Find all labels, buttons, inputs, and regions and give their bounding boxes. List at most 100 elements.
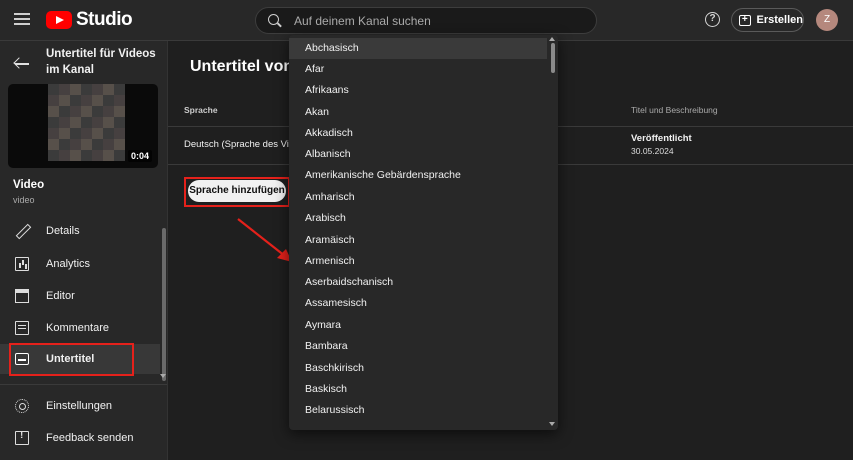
language-option[interactable]: Akkadisch (289, 123, 547, 144)
sidebar-divider (0, 384, 167, 385)
video-subtitle: video (13, 195, 35, 205)
create-video-icon: + (739, 14, 751, 26)
logo-text: Studio (76, 9, 133, 30)
language-option[interactable]: Aramäisch (289, 230, 547, 251)
row-language[interactable]: Deutsch (Sprache des Video (184, 139, 305, 150)
language-option[interactable]: Armenisch (289, 251, 547, 272)
annotation-highlight-box (9, 343, 134, 376)
comments-icon (15, 321, 29, 335)
language-option[interactable]: Abchasisch (289, 38, 547, 59)
search-bar[interactable] (255, 7, 597, 34)
sidebar: Untertitel für Videos im Kanal 0:04 Vide… (0, 41, 168, 460)
annotation-highlight-box (184, 177, 290, 207)
thumbnail-pixel (103, 95, 114, 106)
feedback-icon (15, 430, 29, 445)
thumbnail-pixel (81, 117, 92, 128)
thumbnail-pixel (70, 139, 81, 150)
sidebar-item-label: Einstellungen (46, 400, 113, 412)
sidebar-item-analytics[interactable]: Analytics (0, 249, 160, 279)
thumbnail-pixel (103, 139, 114, 150)
thumbnail-pixel (48, 117, 59, 128)
thumbnail-pixel (103, 117, 114, 128)
thumbnail-pixel (114, 150, 125, 161)
thumbnail-pixel (59, 150, 70, 161)
row-status[interactable]: Veröffentlicht (631, 133, 692, 144)
sidebar-title: Untertitel für Videos im Kanal (46, 48, 156, 76)
thumbnail-pixel (59, 84, 70, 95)
analytics-icon (15, 257, 29, 271)
language-option[interactable]: Afar (289, 59, 547, 80)
column-header-language: Sprache (184, 105, 218, 115)
language-option[interactable]: Baschkirisch (289, 358, 547, 379)
language-dropdown[interactable]: Abchasisch Afar Afrikaans Akan Akkadisch Alba… (289, 35, 558, 430)
thumbnail-pixel (81, 84, 92, 95)
thumbnail-pixel (92, 84, 103, 95)
avatar[interactable]: Z (816, 9, 838, 31)
create-label: Erstellen (756, 14, 803, 26)
thumbnail-pixel (70, 84, 81, 95)
thumbnail-pixel (92, 128, 103, 139)
language-option[interactable]: Aymara (289, 315, 547, 336)
language-option[interactable]: Assamesisch (289, 293, 547, 314)
language-option[interactable]: Akan (289, 102, 547, 123)
thumbnail-pixel (48, 84, 59, 95)
scroll-down-icon[interactable] (160, 374, 166, 378)
language-option[interactable]: Afrikaans (289, 80, 547, 101)
thumbnail-pixel (59, 117, 70, 128)
thumbnail-pixel (92, 150, 103, 161)
thumbnail-pixel (103, 84, 114, 95)
language-option[interactable]: Arabisch (289, 208, 547, 229)
thumbnail-pixel (81, 128, 92, 139)
search-input[interactable] (294, 13, 584, 28)
editor-icon (15, 289, 29, 303)
help-icon[interactable]: ? (705, 12, 720, 27)
language-option[interactable]: Amharisch (289, 187, 547, 208)
thumbnail-pixel (114, 117, 125, 128)
hamburger-menu-icon[interactable] (12, 10, 32, 30)
thumbnail-pixel (70, 95, 81, 106)
thumbnail-pixel (114, 128, 125, 139)
sidebar-item-settings[interactable]: Einstellungen (0, 391, 160, 421)
page-title: Untertitel von (190, 58, 294, 75)
language-option[interactable]: Albanisch (289, 144, 547, 165)
thumbnail-pixel (59, 95, 70, 106)
studio-logo[interactable]: Studio (46, 9, 133, 30)
sidebar-item-details[interactable]: Details (0, 216, 160, 246)
language-option[interactable]: Amerikanische Gebärdensprache (289, 165, 547, 186)
sidebar-item-label: Analytics (46, 258, 91, 270)
gear-icon (15, 399, 29, 413)
language-option[interactable]: Belarussisch (289, 400, 547, 421)
thumbnail-pixel (48, 106, 59, 117)
thumbnail-pixel (114, 139, 125, 150)
thumbnail-pixel (48, 128, 59, 139)
sidebar-item-feedback[interactable]: Feedback senden (0, 423, 160, 453)
language-option[interactable]: Aserbaidschanisch (289, 272, 547, 293)
language-option[interactable]: Baskisch (289, 379, 547, 400)
video-thumbnail[interactable]: 0:04 (8, 84, 158, 168)
scroll-up-icon[interactable] (549, 37, 555, 41)
thumbnail-pixel (48, 95, 59, 106)
thumbnail-pixel (70, 128, 81, 139)
thumbnail-pixel (70, 150, 81, 161)
thumbnail-pixel (114, 84, 125, 95)
sidebar-item-label: Details (46, 225, 80, 237)
sidebar-item-editor[interactable]: Editor (0, 281, 160, 311)
sidebar-item-label: Editor (46, 290, 75, 302)
column-header-title-description: Titel und Beschreibung (631, 105, 718, 115)
sidebar-item-comments[interactable]: Kommentare (0, 313, 160, 343)
thumbnail-pixel (81, 106, 92, 117)
scroll-down-icon[interactable] (549, 422, 555, 426)
dropdown-scrollbar[interactable] (551, 43, 555, 73)
thumbnail-pixel (92, 139, 103, 150)
sidebar-scrollbar[interactable] (162, 228, 166, 381)
thumbnail-pixel (92, 117, 103, 128)
language-option[interactable]: Bambara (289, 336, 547, 357)
youtube-play-icon (46, 11, 72, 29)
thumbnail-pixel (81, 139, 92, 150)
thumbnail-pixel (59, 106, 70, 117)
search-icon[interactable] (268, 13, 282, 28)
back-arrow-icon[interactable] (14, 57, 30, 71)
thumbnail-pixel (48, 139, 59, 150)
create-button[interactable]: + Erstellen (731, 8, 804, 32)
pencil-icon (15, 224, 29, 238)
